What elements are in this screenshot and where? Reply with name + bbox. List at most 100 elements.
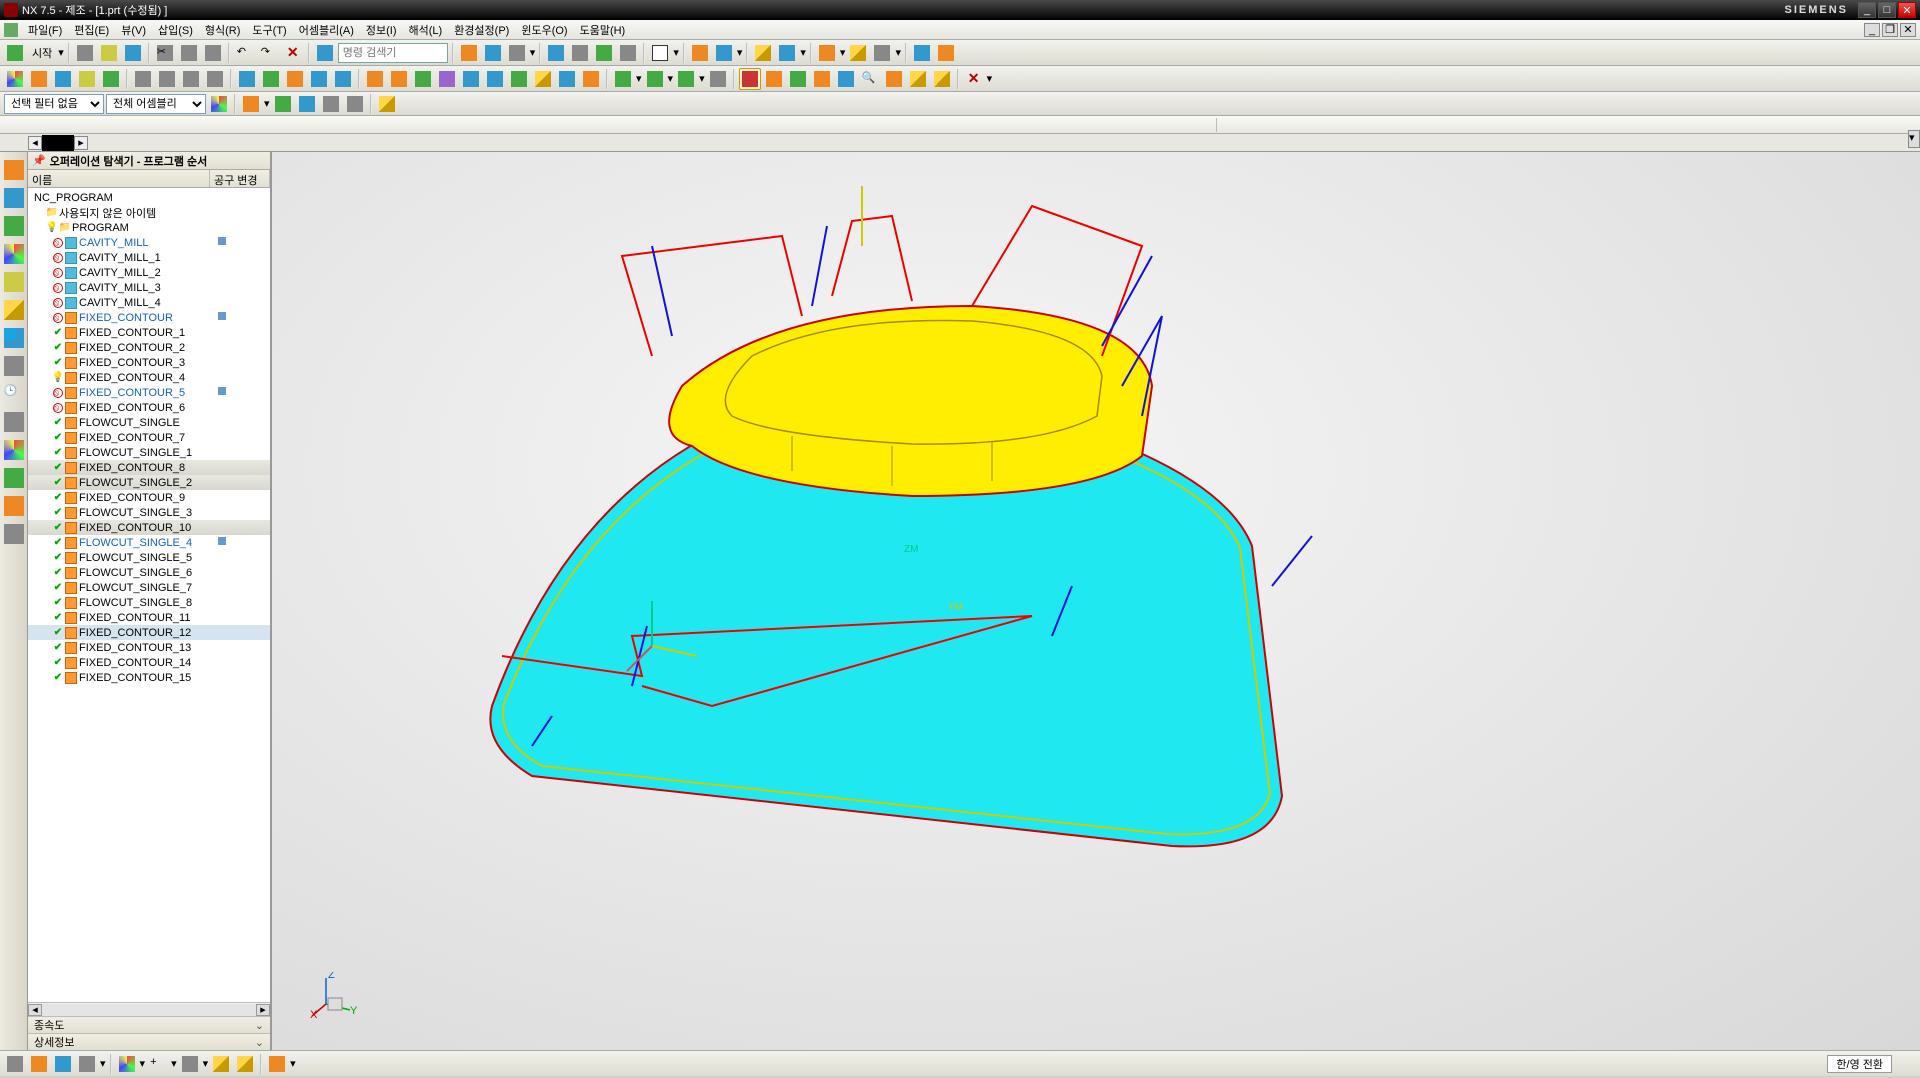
tree-root[interactable]: NC_PROGRAM [28,190,270,205]
cam-btn-20[interactable] [484,68,506,90]
tb-btn-a7[interactable] [617,42,639,64]
col-tool-change[interactable]: 공구 변경 [210,170,270,187]
tree-operation[interactable]: ✔FIXED_CONTOUR_15 [28,670,270,685]
cam-btn-24[interactable] [580,68,602,90]
tb-btn-d2[interactable] [847,42,869,64]
rail-people-icon[interactable] [4,496,24,516]
tree-operation[interactable]: ⦸FIXED_CONTOUR [28,310,270,325]
bb-btn-10[interactable] [266,1053,288,1075]
sel-btn-6[interactable] [344,93,366,115]
tree-operation[interactable]: ⦸FIXED_CONTOUR_5 [28,385,270,400]
cam-btn-1[interactable] [4,68,26,90]
tree-operation[interactable]: ✔FIXED_CONTOUR_13 [28,640,270,655]
tb-btn-b2[interactable] [713,42,735,64]
cam-btn-22[interactable] [532,68,554,90]
cam-btn-36[interactable] [907,68,929,90]
bb-btn-3[interactable] [52,1053,74,1075]
tree-operation[interactable]: ✔FLOWCUT_SINGLE [28,415,270,430]
nx-menu-icon[interactable] [4,23,18,37]
start-button[interactable] [4,42,26,64]
cam-btn-35[interactable] [883,68,905,90]
tree-operation[interactable]: ✔FIXED_CONTOUR_14 [28,655,270,670]
tree-operation[interactable]: ✔FLOWCUT_SINGLE_2 [28,475,270,490]
tabs-scroll-right-button[interactable]: ▸ [74,136,88,150]
footer-details[interactable]: 상세정보⌄ [28,1033,270,1050]
cam-btn-3[interactable] [52,68,74,90]
rail-clock-icon[interactable]: 🕒 [4,384,24,404]
rail-process-icon[interactable] [4,468,24,488]
tree-operation[interactable]: ⦸CAVITY_MILL_1 [28,250,270,265]
tree-operation[interactable]: ⦸FIXED_CONTOUR_6 [28,400,270,415]
tree-operation[interactable]: ✔FIXED_CONTOUR_12 [28,625,270,640]
tb-btn-d3[interactable] [871,42,893,64]
cam-btn-26[interactable] [644,68,666,90]
tb-btn-a4[interactable] [545,42,567,64]
cam-btn-13[interactable] [308,68,330,90]
footer-dependency[interactable]: 종속도⌄ [28,1016,270,1033]
bb-btn-4[interactable] [76,1053,98,1075]
cam-btn-8[interactable] [180,68,202,90]
menu-preferences[interactable]: 환경설정(P) [448,20,515,40]
menu-analysis[interactable]: 해석(L) [403,20,449,40]
redo-button[interactable]: ↷ [258,42,280,64]
tree-operation[interactable]: ✔FIXED_CONTOUR_11 [28,610,270,625]
bb-btn-7[interactable] [179,1053,201,1075]
rail-history-icon[interactable] [4,356,24,376]
tree-operation[interactable]: ⦸CAVITY_MILL_3 [28,280,270,295]
rail-operation-navigator-icon[interactable] [4,160,24,180]
menu-tools[interactable]: 도구(T) [246,20,292,40]
menu-file[interactable]: 파일(F) [22,20,68,40]
sel-btn-5[interactable] [320,93,342,115]
tb-btn-a5[interactable] [569,42,591,64]
menu-format[interactable]: 형식(R) [199,20,247,40]
rail-trash-icon[interactable] [4,524,24,544]
command-finder-button[interactable] [314,42,336,64]
tb-btn-b1[interactable] [689,42,711,64]
hscroll-track[interactable] [42,1004,256,1016]
sel-btn-2[interactable] [240,93,262,115]
cam-btn-37[interactable] [931,68,953,90]
rail-reuse-icon[interactable] [4,244,24,264]
cam-btn-21[interactable] [508,68,530,90]
cam-btn-6[interactable] [132,68,154,90]
bb-btn-6[interactable]: + [147,1053,169,1075]
cam-btn-28[interactable] [707,68,729,90]
right-thin-handle[interactable]: ▾ [1908,130,1920,148]
tree-operation[interactable]: ⦸CAVITY_MILL_2 [28,265,270,280]
cam-btn-5[interactable] [100,68,122,90]
mdi-restore-button[interactable]: ❐ [1882,23,1898,37]
cam-btn-14[interactable] [332,68,354,90]
rail-hd3d-icon[interactable] [4,272,24,292]
tree-program[interactable]: 💡 📁 PROGRAM [28,220,270,235]
tree-operation[interactable]: ✔FIXED_CONTOUR_7 [28,430,270,445]
mdi-close-button[interactable]: ✕ [1900,23,1916,37]
cam-btn-23[interactable] [556,68,578,90]
operation-tree[interactable]: NC_PROGRAM 📁 사용되지 않은 아이템 💡 📁 PROGRAM ⦸CA… [28,188,270,1002]
minimize-button[interactable]: _ [1858,2,1876,18]
hscroll-right-button[interactable]: ▸ [256,1004,270,1016]
rail-system-icon[interactable] [4,412,24,432]
tree-operation[interactable]: ✔FLOWCUT_SINGLE_5 [28,550,270,565]
new-button[interactable] [74,42,96,64]
cam-btn-18[interactable] [436,68,458,90]
save-button[interactable] [122,42,144,64]
cam-btn-4[interactable] [76,68,98,90]
cam-btn-2[interactable] [28,68,50,90]
cam-btn-31[interactable] [787,68,809,90]
menu-window[interactable]: 윈도우(O) [515,20,573,40]
tb-btn-a3[interactable] [506,42,528,64]
cam-btn-9[interactable] [204,68,226,90]
bb-btn-9[interactable] [234,1053,256,1075]
tb-btn-c1[interactable] [752,42,774,64]
tree-operation[interactable]: ✔FIXED_CONTOUR_3 [28,355,270,370]
tree-operation[interactable]: ✔FIXED_CONTOUR_2 [28,340,270,355]
tb-btn-a6[interactable] [593,42,615,64]
menu-info[interactable]: 정보(I) [360,20,403,40]
maximize-button[interactable]: □ [1878,2,1896,18]
open-button[interactable] [98,42,120,64]
cam-btn-10[interactable] [236,68,258,90]
menu-view[interactable]: 뷰(V) [115,20,152,40]
menu-insert[interactable]: 삽입(S) [152,20,199,40]
cancel-button[interactable]: ✕ [963,68,985,90]
cam-btn-19[interactable] [460,68,482,90]
